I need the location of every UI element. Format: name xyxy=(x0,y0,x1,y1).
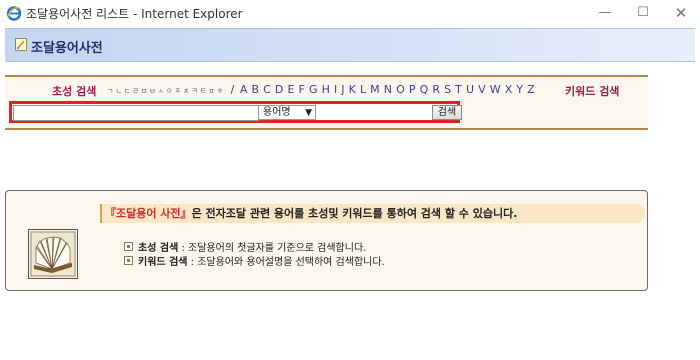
info-term: 키워드 검색 xyxy=(138,257,188,268)
window-title: 조달용어사전 리스트 - Internet Explorer xyxy=(26,7,243,21)
index-letter-bar: ㄱㄴㄷㄹㅁㅂㅅㅇㅈㅊㅋㅌㅍㅎ / A B C D E F G H I J K L… xyxy=(107,83,535,96)
page-title: 조달용어사전 xyxy=(31,41,103,56)
search-button[interactable]: 검색 xyxy=(432,105,462,120)
info-row-keyword: 키워드 검색 : 조달용어와 용어설명을 선택하여 검색합니다. xyxy=(124,253,385,268)
chevron-down-icon: ▼ xyxy=(305,108,312,118)
info-headline-text: 은 전자조달 관련 용어를 초성및 키워드를 통하여 검색 할 수 있습니다. xyxy=(191,207,518,220)
bullet-icon xyxy=(124,256,133,265)
memo-icon xyxy=(15,38,27,51)
minimize-button[interactable]: — xyxy=(590,2,620,24)
bullet-icon xyxy=(124,242,133,251)
search-panel: 초성 검색 ㄱㄴㄷㄹㅁㅂㅅㅇㅈㅊㅋㅌㅍㅎ / A B C D E F G H I… xyxy=(5,75,648,130)
alphabet-links[interactable]: A B C D E F G H I J K L M N O P Q R S T … xyxy=(240,83,535,96)
index-separator: / xyxy=(230,83,235,96)
window-titlebar: 조달용어사전 리스트 - Internet Explorer — ☐ ✕ xyxy=(0,0,700,26)
search-form: 용어명 ▼ 검색 xyxy=(9,101,462,123)
search-field-value: 용어명 xyxy=(263,107,291,118)
page-banner: 조달용어사전 xyxy=(5,28,695,62)
info-row-initial: 초성 검색 : 조달용어의 첫글자를 기준으로 검색합니다. xyxy=(124,239,366,254)
info-panel: 『조달용어 사전』은 전자조달 관련 용어를 초성및 키워드를 통하여 검색 할… xyxy=(5,190,648,291)
keyword-search-label: 키워드 검색 xyxy=(565,85,620,98)
search-field-select[interactable]: 용어명 ▼ xyxy=(258,105,316,120)
info-headline: 『조달용어 사전』은 전자조달 관련 용어를 초성및 키워드를 통하여 검색 할… xyxy=(100,204,645,223)
internet-explorer-icon xyxy=(6,6,22,21)
initial-search-label: 초성 검색 xyxy=(52,85,97,98)
close-button[interactable]: ✕ xyxy=(666,2,696,24)
korean-initial-links[interactable]: ㄱㄴㄷㄹㅁㅂㅅㅇㅈㅊㅋㅌㅍㅎ xyxy=(107,87,225,95)
open-book-icon xyxy=(28,229,78,279)
search-input[interactable] xyxy=(13,105,259,121)
dictionary-name: 『조달용어 사전』 xyxy=(105,207,192,220)
maximize-button[interactable]: ☐ xyxy=(628,2,658,24)
info-desc: : 조달용어와 용어설명을 선택하여 검색합니다. xyxy=(187,257,385,268)
